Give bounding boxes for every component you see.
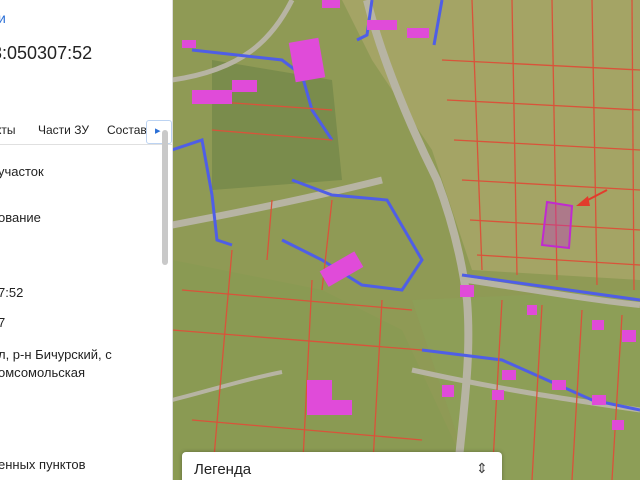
tab-composition[interactable]: Состав (107, 123, 147, 137)
legend-title: Легенда (194, 461, 252, 478)
selected-parcel[interactable] (540, 200, 574, 250)
field-number: 7:52 (0, 285, 24, 300)
tab-bar: кты Части ЗУ Состав ▸ (0, 118, 172, 145)
field-quarter: 7 (0, 315, 5, 330)
tab-parts[interactable]: Части ЗУ (38, 123, 89, 137)
expand-toggle-icon[interactable]: ⇕ (476, 460, 488, 477)
field-usage: ование (0, 210, 41, 225)
field-address-line1: л, р-н Бичурский, с (0, 347, 112, 362)
field-address-line2: омсомольская (0, 365, 86, 380)
cadastral-number: 3:050307:52 (0, 43, 93, 63)
map-view[interactable]: Легенда ⇕ (172, 0, 640, 480)
field-category: участок (0, 164, 44, 179)
chevron-right-icon: ▸ (155, 125, 161, 137)
legend-panel[interactable]: Легенда ⇕ (182, 452, 502, 480)
scrollbar-thumb[interactable] (162, 130, 168, 265)
tab-objects[interactable]: кты (0, 123, 16, 137)
header-link[interactable]: и (0, 10, 6, 26)
field-land-category: енных пунктов (0, 457, 86, 472)
map-canvas[interactable] (172, 0, 640, 480)
panel-scrollbar[interactable] (162, 130, 168, 470)
info-panel: и 3:050307:52 кты Части ЗУ Состав ▸ учас… (0, 0, 173, 480)
tab-next-button[interactable]: ▸ (146, 120, 172, 144)
